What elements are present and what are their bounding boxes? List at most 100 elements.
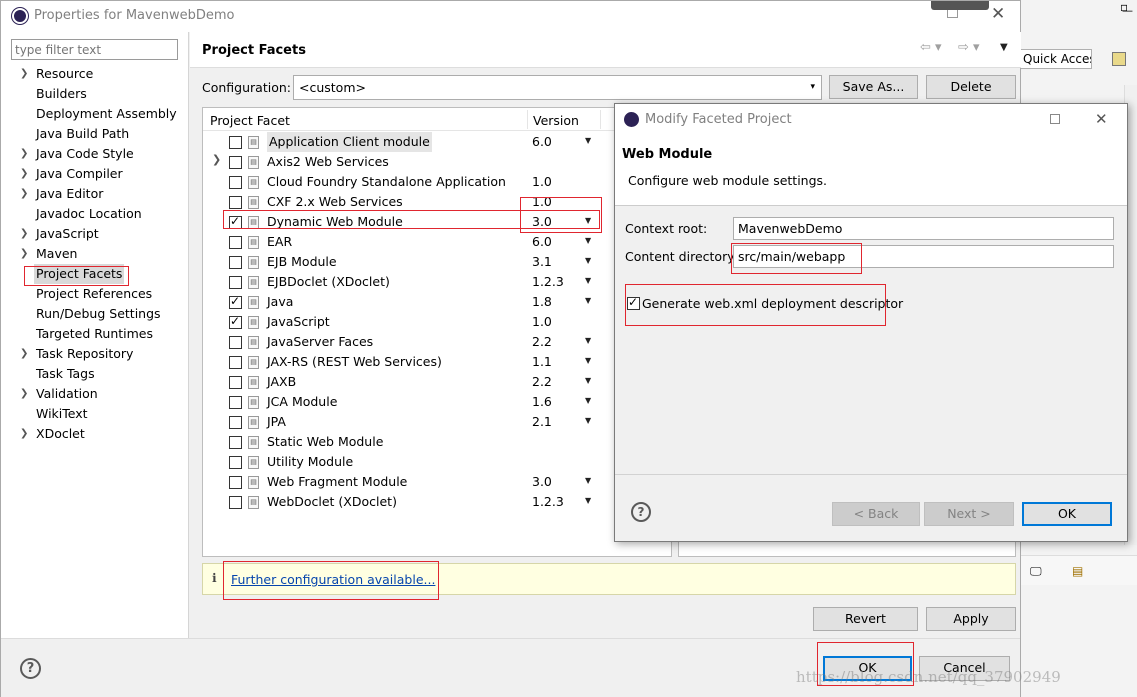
facet-checkbox[interactable]: [229, 196, 242, 209]
generate-web-xml-label[interactable]: Generate web.xml deployment descriptor: [642, 296, 903, 311]
table-row[interactable]: ▤ JavaServer Faces 2.2 ▼: [203, 332, 613, 352]
table-row[interactable]: ▤ EAR 6.0 ▼: [203, 232, 613, 252]
facet-version[interactable]: 2.1: [532, 412, 552, 432]
version-dropdown-icon[interactable]: ▼: [585, 336, 591, 345]
facet-checkbox[interactable]: [229, 336, 242, 349]
back-nav-icon[interactable]: ⇦ ▾: [920, 40, 942, 55]
table-row[interactable]: ▤ JAX-RS (REST Web Services) 1.1 ▼: [203, 352, 613, 372]
tree-item[interactable]: XDoclet: [36, 424, 85, 444]
facet-version[interactable]: 1.1: [532, 352, 552, 372]
expand-arrow-icon[interactable]: ❯: [20, 148, 28, 159]
tree-item[interactable]: Project References: [36, 284, 152, 304]
tree-item[interactable]: WikiText: [36, 404, 88, 424]
facet-checkbox[interactable]: [229, 156, 242, 169]
table-row[interactable]: ▤ JPA 2.1 ▼: [203, 412, 613, 432]
save-as-button[interactable]: Save As...: [829, 75, 918, 99]
table-row[interactable]: ▤ WebDoclet (XDoclet) 1.2.3 ▼: [203, 492, 613, 512]
facet-checkbox[interactable]: [229, 256, 242, 269]
apply-button[interactable]: Apply: [926, 607, 1016, 631]
tree-item[interactable]: Java Compiler: [36, 164, 123, 184]
table-row[interactable]: ▤ JCA Module 1.6 ▼: [203, 392, 613, 412]
tree-item[interactable]: Resource: [36, 64, 93, 84]
help-icon[interactable]: ?: [631, 502, 651, 522]
expand-arrow-icon[interactable]: ❯: [20, 188, 28, 199]
tree-item[interactable]: Targeted Runtimes: [36, 324, 153, 344]
facet-version[interactable]: 3.1: [532, 252, 552, 272]
expand-arrow-icon[interactable]: ❯: [20, 388, 28, 399]
facet-checkbox[interactable]: [229, 356, 242, 369]
version-dropdown-icon[interactable]: ▼: [585, 396, 591, 405]
further-configuration-link[interactable]: Further configuration available...: [231, 572, 435, 587]
table-row[interactable]: ▤ EJB Module 3.1 ▼: [203, 252, 613, 272]
col-version[interactable]: Version: [533, 113, 579, 128]
table-row[interactable]: ▤ Utility Module: [203, 452, 613, 472]
facet-checkbox[interactable]: [229, 376, 242, 389]
new-view-icon[interactable]: ▤: [1072, 564, 1083, 578]
facet-version[interactable]: 1.8: [532, 292, 552, 312]
expand-arrow-icon[interactable]: ❯: [20, 428, 28, 439]
tree-item[interactable]: Run/Debug Settings: [36, 304, 161, 324]
expand-arrow-icon[interactable]: ❯: [20, 228, 28, 239]
version-dropdown-icon[interactable]: ▼: [585, 256, 591, 265]
facet-checkbox[interactable]: [229, 436, 242, 449]
facet-version[interactable]: 3.0: [532, 212, 552, 232]
context-root-input[interactable]: MavenwebDemo: [733, 217, 1114, 240]
modal-maximize-icon[interactable]: [1050, 114, 1060, 124]
facet-checkbox[interactable]: [229, 276, 242, 289]
modal-ok-button[interactable]: OK: [1022, 502, 1112, 526]
quick-access-field[interactable]: Quick Access: [1020, 49, 1092, 69]
tree-item[interactable]: Java Code Style: [36, 144, 134, 164]
version-dropdown-icon[interactable]: ▼: [585, 416, 591, 425]
help-icon[interactable]: ?: [20, 658, 41, 679]
tree-item[interactable]: Deployment Assembly: [36, 104, 177, 124]
facet-checkbox[interactable]: [229, 314, 242, 329]
col-project-facet[interactable]: Project Facet: [210, 113, 290, 128]
facet-checkbox[interactable]: [229, 294, 242, 309]
version-dropdown-icon[interactable]: ▼: [585, 296, 591, 305]
modal-close-icon[interactable]: ✕: [1095, 110, 1108, 128]
tree-item[interactable]: Builders: [36, 84, 87, 104]
version-dropdown-icon[interactable]: ▼: [585, 236, 591, 245]
version-dropdown-icon[interactable]: ▼: [585, 216, 591, 225]
facet-version[interactable]: 1.2.3: [532, 272, 564, 292]
facet-checkbox[interactable]: [229, 176, 242, 189]
table-row[interactable]: ▤ Web Fragment Module 3.0 ▼: [203, 472, 613, 492]
back-button[interactable]: < Back: [832, 502, 920, 526]
facet-checkbox[interactable]: [229, 416, 242, 429]
version-dropdown-icon[interactable]: ▼: [585, 376, 591, 385]
table-row[interactable]: ▤ Dynamic Web Module 3.0 ▼: [203, 212, 613, 232]
tree-item[interactable]: JavaScript: [36, 224, 99, 244]
tree-item[interactable]: Task Tags: [36, 364, 95, 384]
expand-arrow-icon[interactable]: ❯: [20, 248, 28, 259]
filter-input[interactable]: [11, 39, 178, 60]
tree-item[interactable]: Project Facets: [34, 264, 125, 284]
monitor-icon[interactable]: 🖵: [1030, 564, 1042, 579]
expand-arrow-icon[interactable]: ❯: [20, 68, 28, 79]
restore-icon[interactable]: ▫: [1120, 0, 1128, 14]
table-row[interactable]: ▤ CXF 2.x Web Services 1.0: [203, 192, 613, 212]
facet-version[interactable]: 6.0: [532, 232, 552, 252]
facet-version[interactable]: 1.2.3: [532, 492, 564, 512]
tree-item[interactable]: Maven: [36, 244, 77, 264]
table-row[interactable]: ▤ Cloud Foundry Standalone Application 1.0: [203, 172, 613, 192]
close-icon[interactable]: ✕: [991, 4, 1005, 24]
facet-checkbox[interactable]: [229, 396, 242, 409]
tree-item[interactable]: Validation: [36, 384, 98, 404]
tree-item[interactable]: Task Repository: [36, 344, 133, 364]
table-row[interactable]: ▤ EJBDoclet (XDoclet) 1.2.3 ▼: [203, 272, 613, 292]
table-row[interactable]: ▤ Java 1.8 ▼: [203, 292, 613, 312]
table-row[interactable]: ▤ Application Client module 6.0 ▼: [203, 132, 613, 152]
expand-arrow-icon[interactable]: ❯: [20, 348, 28, 359]
next-button[interactable]: Next >: [924, 502, 1014, 526]
tree-item[interactable]: Java Build Path: [36, 124, 129, 144]
configuration-select[interactable]: <custom> ▾: [293, 75, 822, 100]
perspective-icon[interactable]: [1112, 52, 1126, 66]
version-dropdown-icon[interactable]: ▼: [585, 356, 591, 365]
table-row[interactable]: ▤ JavaScript 1.0: [203, 312, 613, 332]
version-dropdown-icon[interactable]: ▼: [585, 476, 591, 485]
delete-button[interactable]: Delete: [926, 75, 1016, 99]
facet-version[interactable]: 3.0: [532, 472, 552, 492]
facet-checkbox[interactable]: [229, 236, 242, 249]
version-dropdown-icon[interactable]: ▼: [585, 136, 591, 145]
table-row[interactable]: ▤ Static Web Module: [203, 432, 613, 452]
